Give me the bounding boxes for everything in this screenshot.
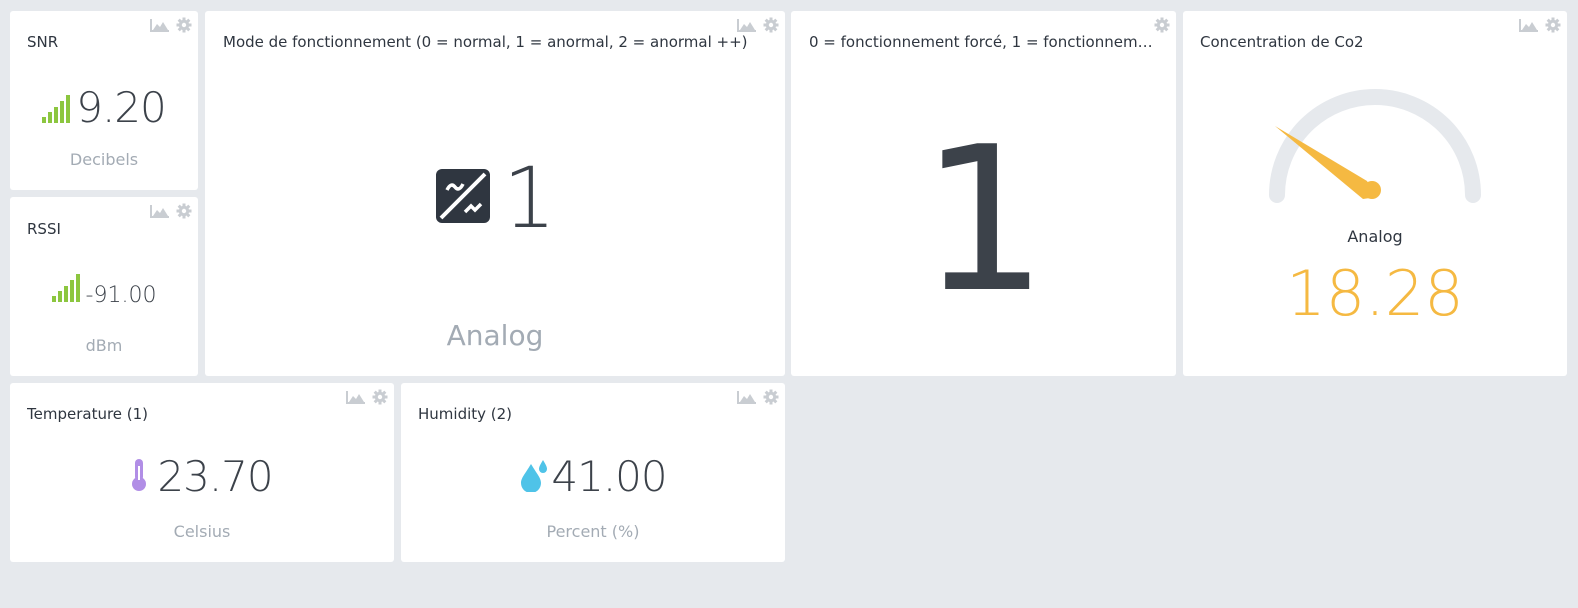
widget-tools	[1154, 17, 1170, 33]
value-row: -91.00	[10, 273, 198, 307]
gauge-icon	[1269, 89, 1481, 203]
temperature-widget: Temperature (1) 23.70 Celsius	[10, 383, 394, 562]
gauge-label: Analog	[1347, 227, 1403, 246]
snr-widget: SNR 9.20 Decibels	[10, 11, 198, 190]
signal-bars-icon	[51, 274, 83, 306]
widget-tools	[150, 203, 192, 219]
value-row: 41.00	[401, 456, 785, 498]
unit-label: Analog	[446, 319, 544, 352]
gear-icon[interactable]	[372, 389, 388, 405]
gear-icon[interactable]	[176, 203, 192, 219]
unit-label: Celsius	[173, 522, 231, 541]
humidity-widget: Humidity (2) 41.00 Percent (%)	[401, 383, 785, 562]
forced-mode-widget: 0 = fonctionnement forcé, 1 = fonctionne…	[791, 11, 1176, 376]
co2-value: 18.28	[1286, 257, 1464, 330]
gear-icon[interactable]	[1545, 17, 1561, 33]
gear-icon[interactable]	[176, 17, 192, 33]
value-row: 1	[205, 156, 785, 240]
unit-label: Percent (%)	[546, 522, 640, 541]
widget-tools	[150, 17, 192, 33]
thermometer-icon	[131, 458, 147, 496]
chart-icon[interactable]	[346, 390, 366, 404]
value-row: 23.70	[10, 456, 394, 498]
widget-title: SNR	[27, 33, 59, 51]
widget-tools	[1519, 17, 1561, 33]
gear-icon[interactable]	[763, 389, 779, 405]
water-drops-icon	[519, 458, 549, 496]
analog-io-icon	[435, 168, 491, 228]
gear-icon[interactable]	[1154, 17, 1170, 33]
chart-icon[interactable]	[737, 390, 757, 404]
rssi-value: -91.00	[85, 283, 157, 308]
widget-tools	[737, 17, 779, 33]
gear-icon[interactable]	[763, 17, 779, 33]
widget-title: 0 = fonctionnement forcé, 1 = fonctionne…	[809, 33, 1160, 51]
widget-title: Concentration de Co2	[1200, 33, 1364, 51]
value-row: 9.20	[10, 87, 198, 129]
signal-bars-icon	[42, 95, 73, 127]
rssi-widget: RSSI -91.00 dBm	[10, 197, 198, 376]
chart-icon[interactable]	[1519, 18, 1539, 32]
snr-value: 9.20	[76, 83, 167, 132]
mode-widget: Mode de fonctionnement (0 = normal, 1 = …	[205, 11, 785, 376]
value-row: 1	[791, 121, 1176, 321]
widget-title: RSSI	[27, 220, 61, 238]
widget-title: Humidity (2)	[418, 405, 513, 423]
mode-value: 1	[502, 149, 556, 247]
widget-tools	[346, 389, 388, 405]
widget-tools	[737, 389, 779, 405]
chart-icon[interactable]	[150, 18, 170, 32]
chart-icon[interactable]	[150, 204, 170, 218]
humidity-value: 41.00	[551, 452, 667, 501]
unit-label: dBm	[85, 336, 123, 355]
forced-value: 1	[920, 104, 1047, 337]
chart-icon[interactable]	[737, 18, 757, 32]
widget-title: Mode de fonctionnement (0 = normal, 1 = …	[223, 33, 748, 51]
widget-title: Temperature (1)	[27, 405, 149, 423]
co2-widget: Concentration de Co2 Analog 18.28	[1183, 11, 1567, 376]
unit-label: Decibels	[69, 150, 139, 169]
temperature-value: 23.70	[157, 452, 273, 501]
